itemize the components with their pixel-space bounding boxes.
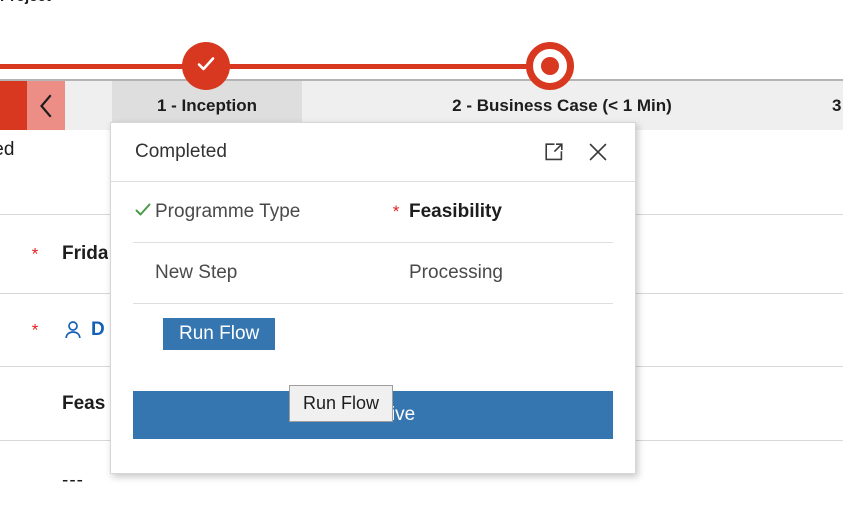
app-root: Project ted * Frida * D (0, 0, 843, 520)
field-value[interactable]: Feasibility (409, 201, 502, 223)
flyout-header: Completed (111, 123, 635, 182)
current-stage-dot-icon (541, 57, 559, 75)
field-value: Frida (62, 243, 109, 264)
open-in-new-window-button[interactable] (539, 137, 569, 167)
required-asterisk: * (31, 244, 39, 264)
cut-off-top-text: Project (0, 0, 200, 4)
run-flow-button[interactable]: Run Flow (163, 318, 276, 350)
flyout-field-programme-type: Programme Type * Feasibility (133, 182, 613, 243)
flyout-body: Programme Type * Feasibility New Step Pr… (111, 182, 635, 364)
flyout-field-new-step: New Step Processing (133, 243, 613, 304)
run-flow-tooltip: Run Flow (289, 385, 394, 422)
lookup-field-text: D (91, 319, 105, 340)
field-label-group: New Step (133, 262, 383, 284)
stage-tab-next[interactable]: 3 (822, 81, 843, 130)
stage-marker-completed[interactable] (182, 42, 230, 90)
flyout-title: Completed (135, 141, 227, 162)
previous-stage-button[interactable] (27, 81, 65, 130)
close-flyout-button[interactable] (583, 137, 613, 167)
external-link-icon (543, 141, 565, 163)
check-icon (193, 51, 219, 82)
required-asterisk: * (392, 202, 400, 221)
process-progress-line (0, 64, 556, 69)
person-icon (62, 319, 84, 341)
process-accent-block (0, 81, 27, 130)
flyout-action-row: Run Flow (133, 304, 613, 364)
field-value: Feas (62, 392, 106, 414)
field-label: New Step (155, 262, 238, 283)
field-label-group: Programme Type (133, 200, 383, 225)
required-asterisk: * (31, 320, 39, 340)
field-value: Processing (409, 262, 503, 283)
stage-tab-label: 2 - Business Case (< 1 Min) (452, 95, 672, 115)
stage-flyout-panel: Completed Programme Type * Feasibility N… (110, 122, 636, 474)
stage-tab-label: 3 (832, 95, 842, 115)
form-heading-text: ted (0, 139, 15, 160)
green-check-icon (133, 200, 155, 225)
field-label: Programme Type (155, 201, 301, 222)
chevron-left-icon (38, 93, 54, 119)
stage-tab-label: 1 - Inception (156, 95, 258, 115)
lookup-field-link[interactable]: D (62, 319, 105, 341)
close-icon (586, 140, 610, 164)
empty-field-placeholder: --- (62, 469, 84, 491)
stage-marker-current[interactable] (526, 42, 574, 90)
